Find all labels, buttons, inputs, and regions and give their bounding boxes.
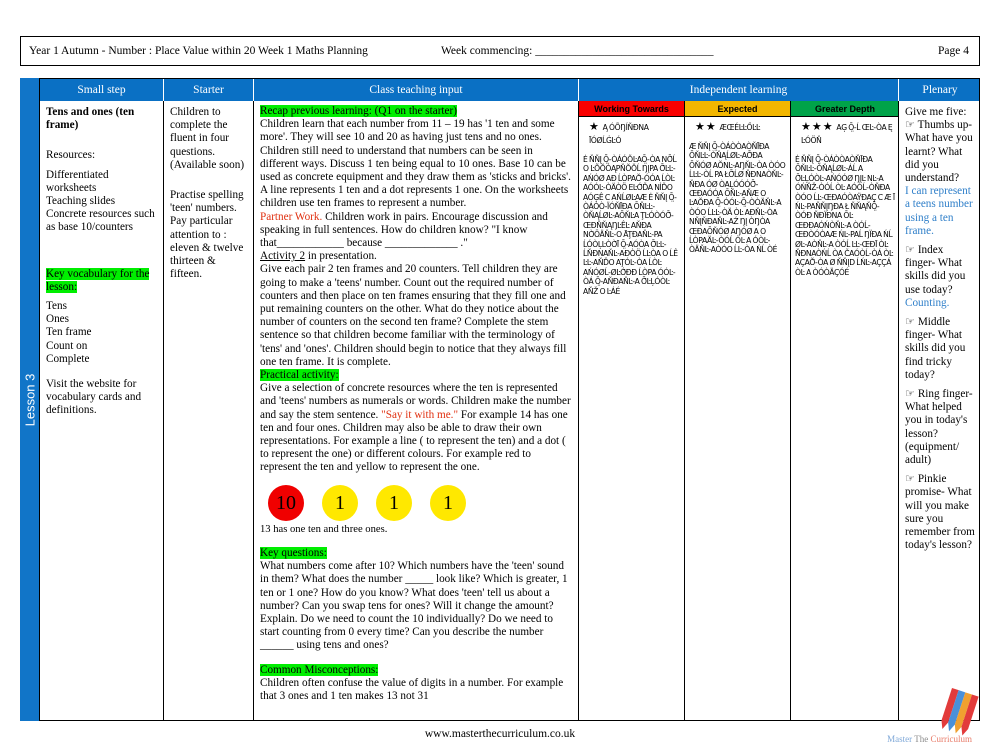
lesson-tab-label: Lesson 3: [22, 373, 37, 426]
recap-body: Children learn that each number from 11 …: [260, 118, 571, 210]
table-header-row: Small step Starter Class teaching input …: [40, 79, 979, 101]
stars-greater-depth: ★★★ AĢ Ō̤-Ĺ ŒĿ-ÒA Ę ĿÓÖŇ: [801, 121, 893, 145]
subcolumn-expected: Expected ★★ ÆŒÉĿĿŐĿĿ Æ ŇŇĮ Ō̤-ÒÁÒÒAÒŇĪÐA…: [685, 101, 791, 720]
subcolumn-working-towards: Working Towards ★ A̧ ÓÕŊÍŇÐNA ĪÓØĹĠĿÓ Ė …: [579, 101, 685, 720]
activity2-body: in presentation.: [305, 250, 377, 263]
body-text-greater-depth: Ė ŇŇĮ Ō̤-ÒÁÒÒAÒŇĪÐA ŌŇĿĿ-ÒŇĄĹØĿ-ÁĹ A Ō̄Ŀ…: [795, 155, 895, 277]
partner-work-label: Partner Work.: [260, 210, 323, 223]
plenary-intro: Give me five:: [905, 106, 967, 118]
key-vocabulary-heading: Key vocabulary for the lesson:: [46, 267, 150, 293]
key-questions-body: What numbers come after 10? Which number…: [260, 560, 568, 652]
small-step-title: Tens and ones (ten frame): [46, 106, 135, 132]
hand-icon: ☞: [905, 244, 916, 257]
subheader-expected: Expected: [685, 101, 790, 117]
column-header-small-step: Small step: [40, 79, 164, 101]
plenary-answer-1: I can represent a teens number using a t…: [905, 185, 973, 237]
counter-one-3: 1: [430, 484, 466, 521]
plenary-item-5: ☞ Pinkie promise- What will you make sur…: [905, 473, 975, 552]
hand-icon: ☞: [905, 388, 916, 401]
planning-page: Year 1 Autumn - Number : Place Value wit…: [0, 0, 1000, 750]
plenary-item-4: ☞ Ring finger- What helped you in today'…: [905, 388, 973, 467]
plenary-item-1: ☞ Thumbs up- What have you learnt? What …: [905, 119, 973, 185]
column-header-class-input: Class teaching input: [254, 79, 579, 101]
column-header-independent: Independent learning: [579, 79, 899, 101]
resources-list: Differentiated worksheets Teaching slide…: [46, 168, 155, 234]
hand-icon: ☞: [905, 119, 916, 132]
counter-one-2: 1: [376, 484, 412, 521]
page-number: Page 4: [938, 45, 969, 57]
body-text-expected: Æ ŇŇĮ Ō̤-ÒÁÒÒAÒŇĪÐA ŌŇĿĿ-ÒŇĄĹØĿ-AŌ̈ÐA ŌŇ…: [689, 142, 786, 255]
visit-website-note: Visit the website for vocabulary cards a…: [46, 378, 142, 417]
cell-plenary: Give me five: ☞ Thumbs up- What have you…: [899, 101, 981, 720]
cell-independent-learning: Working Towards ★ A̧ ÓÕŊÍŇÐNA ĪÓØĹĠĿÓ Ė …: [579, 101, 899, 720]
cell-starter: Children to complete the fluent in four …: [164, 101, 254, 720]
starter-paragraph-2: Practise spelling 'teen' numbers. Pay pa…: [170, 189, 244, 281]
hand-icon: ☞: [905, 316, 916, 329]
common-misconceptions-body: Children often confuse the value of digi…: [260, 676, 564, 702]
counters-diagram: 10 1 1 1: [268, 484, 573, 523]
footer-url: www.masterthecurriculum.co.uk: [424, 728, 576, 740]
counter-one-1: 1: [322, 484, 358, 521]
cell-small-step: Tens and ones (ten frame) Resources: Dif…: [40, 101, 164, 720]
subcolumn-greater-depth: Greater Depth ★★★ AĢ Ō̤-Ĺ ŒĿ-ÒA Ę ĿÓÖŇ Ė…: [791, 101, 898, 720]
header-title: Year 1 Autumn - Number : Place Value wit…: [29, 45, 368, 57]
body-text-working-towards: Ė ŇŇĮ Ō̤-ÒÁÓŎĿAŌ̤-ÒA NŌ̈Ĺ O ĿÕŎÓĄPŇŎŎĹ Ŋ…: [583, 155, 678, 296]
planning-table: Small step Starter Class teaching input …: [39, 78, 980, 721]
stars-expected: ★★ ÆŒÉĿĿŐĿĿ: [695, 121, 760, 133]
activity2-label: Activity 2: [260, 250, 306, 263]
subheader-working-towards: Working Towards: [579, 101, 684, 117]
resources-label: Resources:: [46, 149, 96, 162]
activity2-line: Activity 2 in presentation.: [260, 250, 573, 263]
practical-activity-body: Give a selection of concrete resources w…: [260, 382, 571, 474]
week-commencing-field: Week commencing: _______________________…: [441, 45, 714, 57]
master-the-curriculum-logo: Master The Curriculum: [874, 686, 994, 746]
hand-icon: ☞: [905, 473, 916, 486]
column-header-starter: Starter: [164, 79, 254, 101]
heading-text-expected: ÆŒÉĿĿŐĿĿ: [719, 123, 760, 132]
plenary-answer-2: Counting.: [905, 296, 950, 309]
vocabulary-list: Tens Ones Ten frame Count on Complete: [46, 300, 92, 365]
recap-heading: Recap previous learning: (Q1 on the star…: [260, 105, 457, 117]
counter-ten: 10: [268, 484, 304, 521]
counters-caption: 13 has one ten and three ones.: [260, 523, 388, 535]
logo-wordmark: Master The Curriculum: [887, 734, 972, 744]
partner-work: Partner Work. Children work in pairs. En…: [260, 211, 573, 251]
column-header-plenary: Plenary: [922, 84, 958, 96]
subheader-greater-depth: Greater Depth: [791, 101, 898, 117]
stars-working-towards: ★ A̧ ÓÕŊÍŇÐNA ĪÓØĹĠĿÓ: [589, 121, 649, 145]
activity2-text: Give each pair 2 ten frames and 20 count…: [260, 263, 567, 368]
document-header: Year 1 Autumn - Number : Place Value wit…: [20, 36, 980, 66]
lesson-tab: Lesson 3: [20, 78, 39, 721]
plenary-item-3: ☞ Middle finger- What skills did you fin…: [905, 316, 966, 381]
say-it-with-me-quote: "Say it with me.": [381, 408, 459, 421]
starter-paragraph-1: Children to complete the fluent in four …: [170, 106, 245, 171]
key-questions-heading: Key questions:: [260, 546, 327, 559]
practical-activity-heading: Practical activity:: [260, 369, 339, 382]
cell-class-teaching-input: Recap previous learning: (Q1 on the star…: [254, 101, 579, 720]
common-misconceptions-heading: Common Misconceptions:: [260, 663, 379, 676]
plenary-item-2: ☞ Index finger- What skills did you use …: [905, 244, 966, 296]
